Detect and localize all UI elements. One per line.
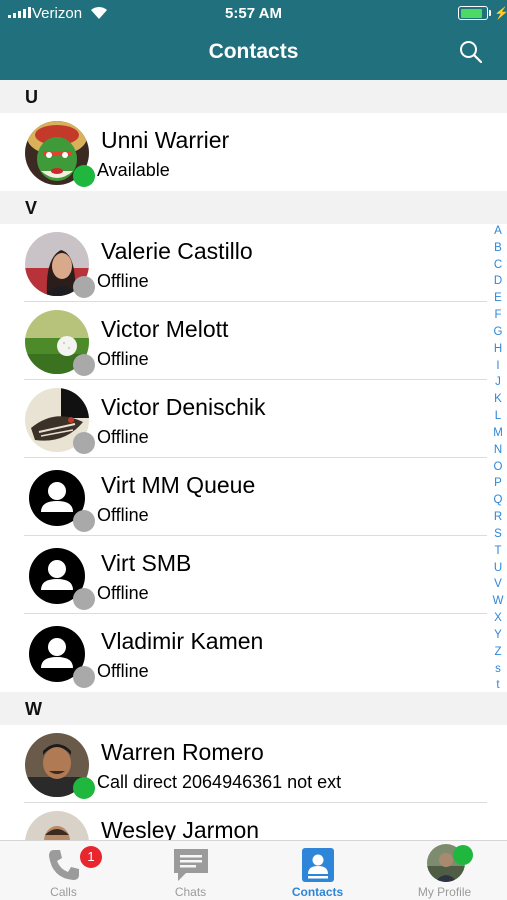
section-header-u: U xyxy=(0,80,507,113)
index-letter[interactable]: F xyxy=(494,310,501,322)
contact-row[interactable]: Vladimir Kamen Offline xyxy=(0,614,507,692)
presence-offline-dot xyxy=(73,588,95,610)
contact-status: Offline xyxy=(97,583,149,603)
contact-name: Virt SMB xyxy=(101,550,192,576)
presence-offline-dot xyxy=(73,354,95,376)
index-letter[interactable]: J xyxy=(495,377,501,389)
index-letter[interactable]: P xyxy=(494,478,502,490)
tab-chats[interactable]: Chats xyxy=(127,841,254,900)
index-letter[interactable]: W xyxy=(493,596,504,608)
contact-row[interactable]: Warren Romero Call direct 2064946361 not… xyxy=(0,725,507,803)
index-letter[interactable]: R xyxy=(494,512,502,524)
tab-label: Contacts xyxy=(291,885,344,899)
contact-status: Offline xyxy=(97,349,149,369)
contact-status: Offline xyxy=(97,427,149,447)
contact-name: Warren Romero xyxy=(101,739,264,765)
section-header-v: V xyxy=(0,191,507,224)
contact-card-icon xyxy=(302,848,334,882)
presence-offline-dot xyxy=(73,666,95,688)
index-letter[interactable]: L xyxy=(495,411,501,423)
search-button[interactable] xyxy=(459,40,483,64)
battery-icon xyxy=(458,6,488,20)
contact-name: Victor Melott xyxy=(101,316,229,342)
status-time: 5:57 AM xyxy=(225,5,282,22)
page-title: Contacts xyxy=(208,40,299,63)
presence-available-dot xyxy=(73,777,95,799)
tab-label: Calls xyxy=(50,885,77,899)
index-letter[interactable]: Y xyxy=(494,629,502,642)
contact-name: Unni Warrier xyxy=(101,127,230,153)
contact-status: Offline xyxy=(97,271,149,291)
tab-my-profile[interactable]: My Profile xyxy=(381,841,507,900)
index-letter[interactable]: B xyxy=(494,242,502,255)
index-letter[interactable]: S xyxy=(494,528,502,541)
index-letter[interactable]: A xyxy=(494,225,502,238)
index-letter[interactable]: O xyxy=(494,461,503,474)
status-bar: Verizon 5:57 AM ⚡ xyxy=(0,0,507,26)
index-letter[interactable]: N xyxy=(494,444,502,457)
section-letter: V xyxy=(25,198,38,218)
tab-label: Chats xyxy=(174,885,207,899)
index-letter[interactable]: D xyxy=(494,276,502,288)
index-letter[interactable]: Z xyxy=(494,646,501,659)
contact-status: Offline xyxy=(97,505,149,525)
contact-name: Valerie Castillo xyxy=(101,238,253,264)
missed-calls-badge: 1 xyxy=(80,846,102,868)
section-header-w: W xyxy=(0,692,507,725)
contact-row[interactable]: Victor Melott Offline xyxy=(0,302,507,380)
tab-contacts[interactable]: Contacts xyxy=(254,841,381,900)
index-letter[interactable]: K xyxy=(494,394,502,406)
index-letter[interactable]: U xyxy=(494,562,502,575)
contact-row[interactable]: Victor Denischik Offline xyxy=(0,380,507,458)
section-letter: U xyxy=(25,87,38,107)
phone-icon xyxy=(49,850,79,880)
contact-row[interactable]: Valerie Castillo Offline xyxy=(0,224,507,302)
contact-status: Call direct 2064946361 not ext xyxy=(97,772,342,792)
contact-name: Vladimir Kamen xyxy=(101,628,264,654)
index-letter[interactable]: G xyxy=(494,326,503,339)
contact-name: Wesley Jarmon xyxy=(101,817,260,840)
index-letter[interactable]: C xyxy=(494,259,502,272)
battery-tip xyxy=(489,10,491,16)
index-letter[interactable]: t xyxy=(496,680,499,692)
presence-available-dot xyxy=(453,845,473,865)
presence-available-dot xyxy=(73,165,95,187)
contact-row[interactable]: Unni Warrier Available xyxy=(0,113,507,191)
index-letter[interactable]: M xyxy=(493,427,503,440)
contact-name: Victor Denischik xyxy=(101,394,266,420)
contact-row[interactable]: Wesley Jarmon xyxy=(0,803,507,840)
index-letter[interactable]: X xyxy=(494,613,502,625)
portrait-photo xyxy=(25,811,89,840)
contacts-list[interactable]: U Unni Warrier Available V Valerie Casti… xyxy=(0,80,507,840)
index-letter[interactable]: V xyxy=(494,579,502,591)
index-letter[interactable]: H xyxy=(494,343,502,356)
chat-bubble-icon xyxy=(174,849,208,881)
index-letter[interactable]: I xyxy=(496,360,499,373)
presence-offline-dot xyxy=(73,276,95,298)
search-icon xyxy=(460,41,483,64)
header-bar: Verizon 5:57 AM ⚡ Contacts xyxy=(0,0,507,80)
index-letter[interactable]: T xyxy=(494,545,501,558)
index-letter[interactable]: s xyxy=(495,663,501,676)
contact-status: Available xyxy=(97,160,170,180)
contact-row[interactable]: Virt SMB Offline xyxy=(0,536,507,614)
charging-bolt-icon: ⚡ xyxy=(494,6,507,20)
tab-calls[interactable]: 1 Calls xyxy=(0,841,127,900)
presence-offline-dot xyxy=(73,432,95,454)
index-letter[interactable]: Q xyxy=(494,495,503,507)
presence-offline-dot xyxy=(73,510,95,532)
contact-status: Offline xyxy=(97,661,149,681)
index-letter[interactable]: E xyxy=(494,293,502,305)
section-letter: W xyxy=(25,699,42,719)
alphabet-index[interactable]: ABCDEFGHIJKLMNOPQRSTUVWXYZst xyxy=(490,225,506,692)
tab-bar: 1 Calls Chats Contacts My Profile xyxy=(0,840,507,900)
tab-label: My Profile xyxy=(417,885,472,899)
contact-row[interactable]: Virt MM Queue Offline xyxy=(0,458,507,536)
contact-name: Virt MM Queue xyxy=(101,472,256,498)
